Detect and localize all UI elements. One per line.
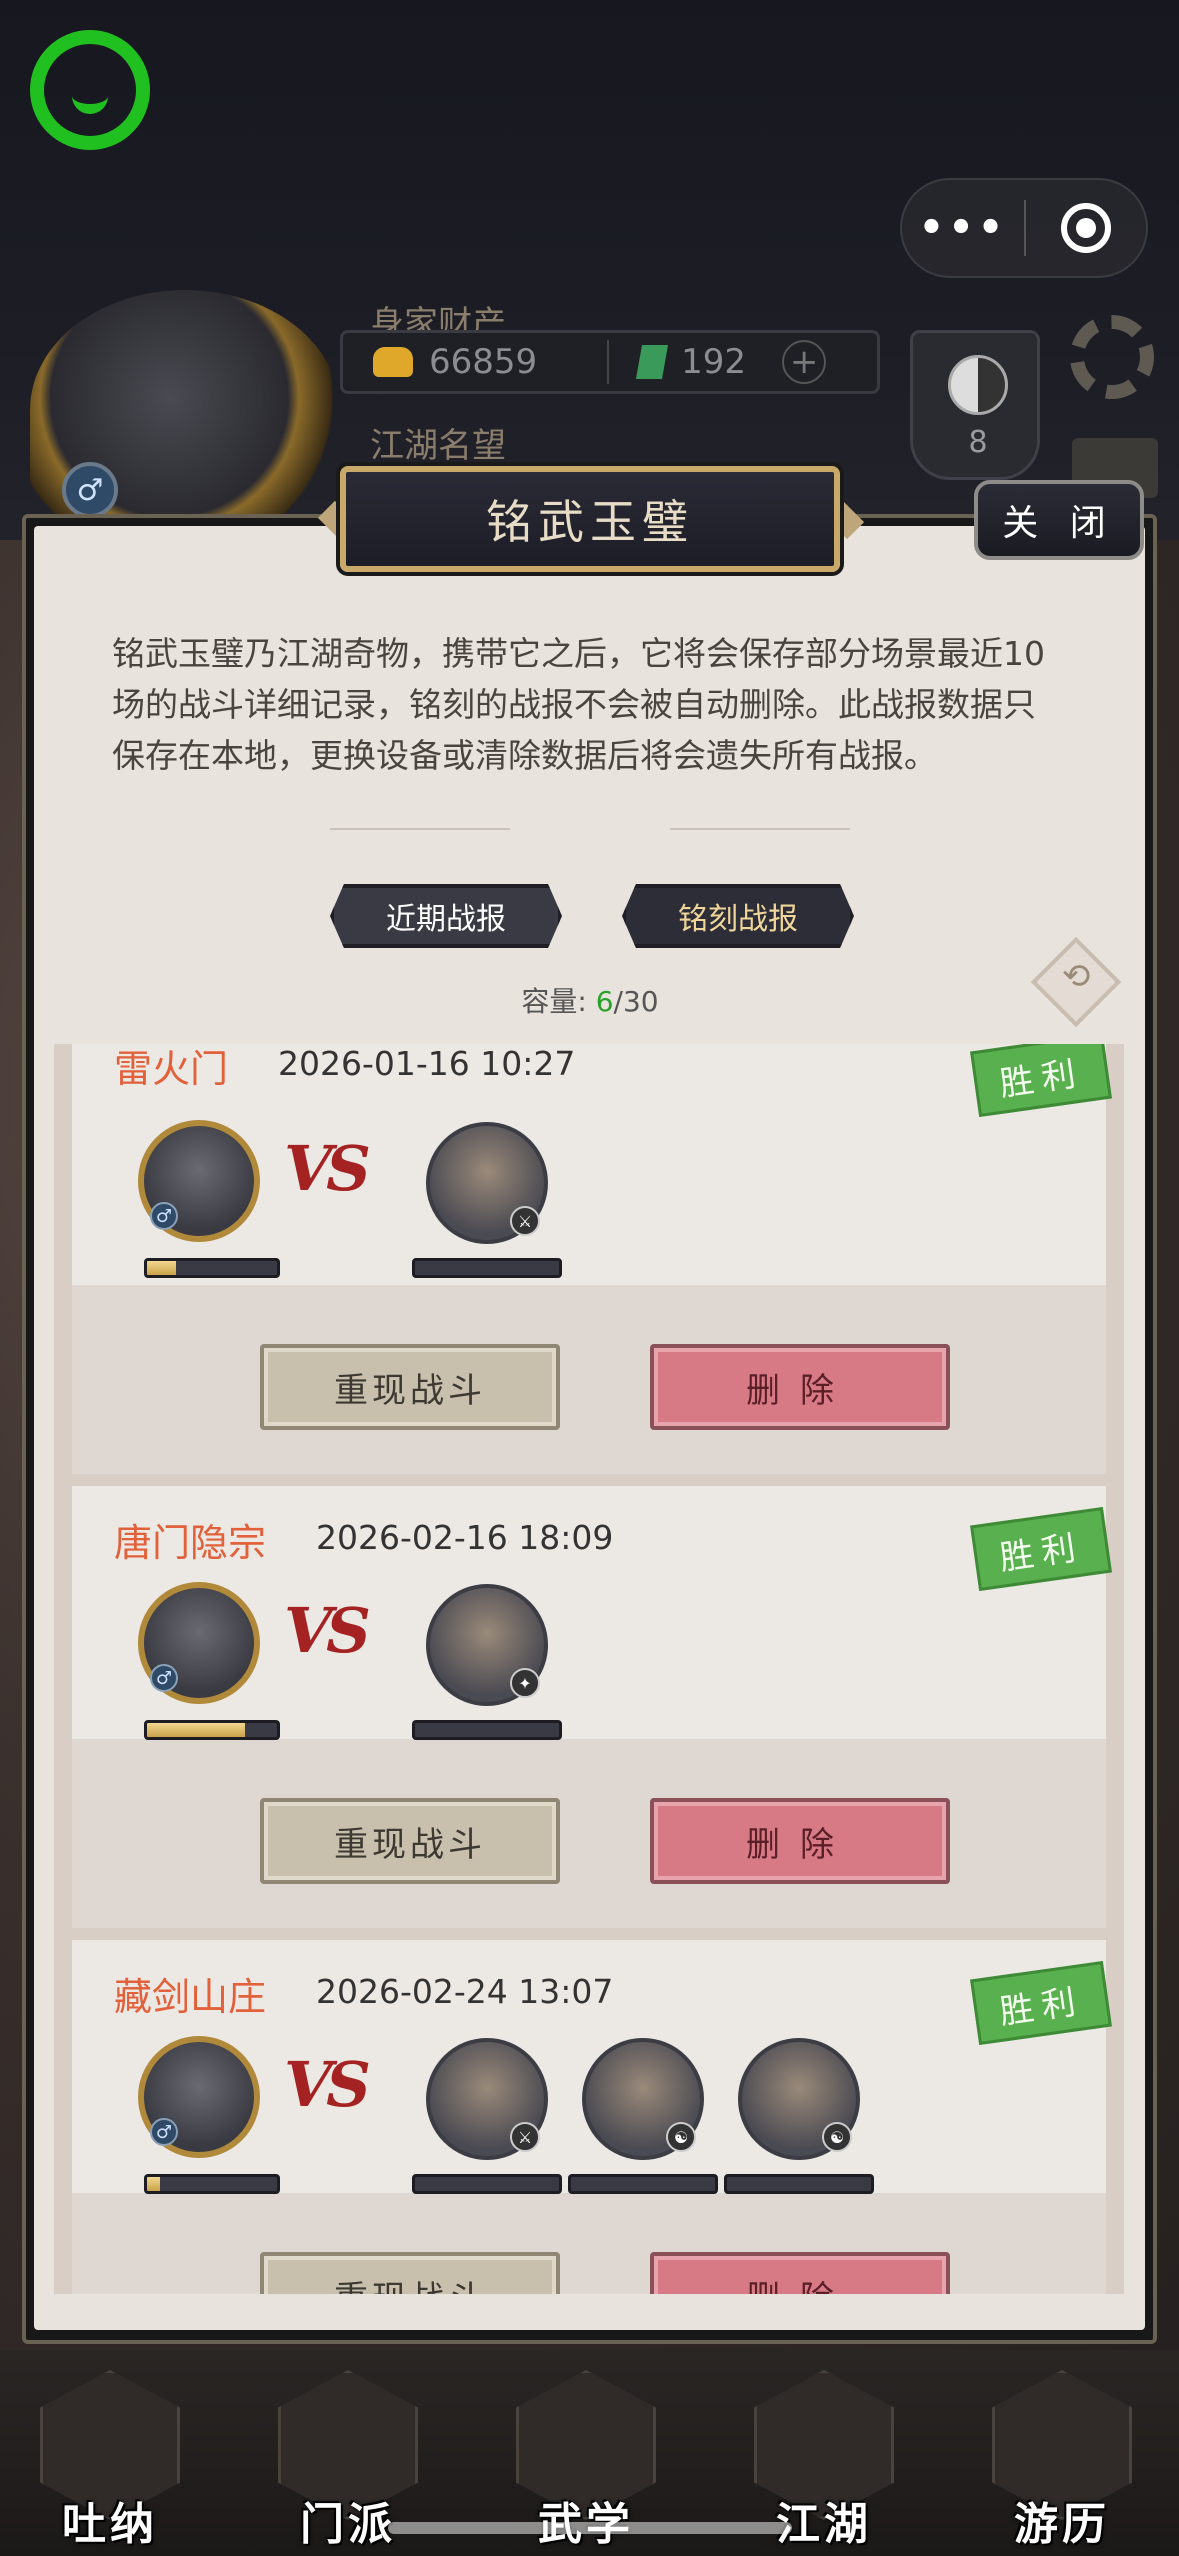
enemy-hero-avatar[interactable]: ✦: [426, 1584, 548, 1706]
nav-label: 吐纳: [62, 2499, 158, 2550]
add-currency-button[interactable]: +: [782, 340, 827, 384]
taiji-class-icon: ☯: [822, 2122, 852, 2152]
replay-battle-button[interactable]: 重现战斗: [260, 2252, 560, 2294]
player-progress-bar: [144, 1720, 280, 1740]
nav-label: 门派: [300, 2499, 396, 2550]
progress-fill: [147, 1261, 176, 1275]
jade-icon: [636, 345, 669, 379]
close-button[interactable]: 关 闭: [974, 480, 1144, 560]
gold-amount: 66859: [429, 342, 538, 382]
vs-label: VS: [284, 1132, 371, 1205]
enemy-hero-avatar[interactable]: ☯: [582, 2038, 704, 2160]
sect-name: 唐门隐宗: [114, 1521, 267, 1565]
enemy-hero-avatar[interactable]: ⚔: [426, 2038, 548, 2160]
sect-name: 雷火门: [114, 1047, 229, 1091]
capacity-used: 6: [595, 985, 614, 1018]
sect-name: 藏剑山庄: [114, 1975, 267, 2019]
delete-record-button[interactable]: 删除: [650, 1798, 950, 1884]
more-menu-icon[interactable]: •••: [902, 205, 1024, 251]
enemy-progress-bar: [412, 2174, 562, 2194]
enemy-progress-bar: [412, 1720, 562, 1740]
capacity-total: /30: [613, 985, 659, 1018]
jade-amount: 192: [681, 342, 747, 382]
sword-class-icon: ⚔: [510, 1206, 540, 1236]
battle-record-list[interactable]: 雷火门 2026-01-16 10:27 胜利 ♂ VS ⚔ 重现战斗 删除 唐…: [54, 1044, 1124, 2294]
battle-time: 2026-02-16 18:09: [316, 1518, 614, 1557]
player-hero-avatar[interactable]: ♂: [138, 2036, 260, 2158]
battle-time: 2026-01-16 10:27: [278, 1044, 576, 1083]
player-hero-avatar[interactable]: ♂: [138, 1120, 260, 1242]
enemy-hero-avatar[interactable]: ☯: [738, 2038, 860, 2160]
vs-label: VS: [284, 1594, 371, 1667]
player-hero-avatar[interactable]: ♂: [138, 1582, 260, 1704]
enemy-progress-bar: [724, 2174, 874, 2194]
currency-bar: 66859 192 +: [340, 330, 880, 394]
nav-label: 江湖: [776, 2499, 872, 2550]
sword-class-icon: ⚔: [510, 2122, 540, 2152]
modal-description: 铭武玉璧乃江湖奇物，携带它之后，它将会保存部分场景最近10场的战斗详细记录，铭刻…: [112, 634, 1045, 775]
capacity-indicator: 容量: 6/30: [480, 980, 700, 1020]
nav-item-travel[interactable]: 游历: [972, 2370, 1152, 2556]
tab-engraved-reports[interactable]: 铭刻战报: [622, 884, 854, 948]
taiji-icon: [948, 355, 1008, 415]
enemy-progress-bar: [412, 1258, 562, 1278]
victory-stamp: 胜利: [970, 1960, 1112, 2046]
fire-class-icon: ✦: [510, 1668, 540, 1698]
delete-record-button[interactable]: 删除: [650, 2252, 950, 2294]
progress-fill: [147, 2177, 160, 2191]
gold-ingot-icon: [373, 347, 413, 377]
divider-right: [670, 828, 850, 834]
vs-label: VS: [284, 2048, 371, 2121]
replay-battle-button[interactable]: 重现战斗: [260, 1798, 560, 1884]
nav-item-tuna[interactable]: 吐纳: [20, 2370, 200, 2556]
victory-stamp: 胜利: [970, 1506, 1112, 1592]
enemy-progress-bar: [568, 2174, 718, 2194]
battle-record-card: 藏剑山庄 2026-02-24 13:07 胜利 ♂ VS ⚔ ☯ ☯ 重现战斗…: [72, 1940, 1112, 2294]
fame-label: 江湖名望: [370, 426, 506, 466]
divider-left: [330, 828, 510, 834]
battle-record-card: 雷火门 2026-01-16 10:27 胜利 ♂ VS ⚔ 重现战斗 删除: [72, 1044, 1112, 1474]
replay-battle-button[interactable]: 重现战斗: [260, 1344, 560, 1430]
gear-icon[interactable]: [1070, 315, 1154, 399]
player-progress-bar: [144, 2174, 280, 2194]
card-action-area: [72, 2193, 1106, 2294]
capacity-label: 容量:: [521, 985, 587, 1018]
card-action-area: [72, 1739, 1106, 1928]
male-gender-icon: ♂: [62, 462, 118, 518]
level-badge[interactable]: 8: [910, 330, 1040, 480]
close-miniprogram-icon[interactable]: [1026, 203, 1146, 253]
male-gender-icon: ♂: [150, 1202, 178, 1230]
card-action-area: [72, 1285, 1106, 1474]
taiji-class-icon: ☯: [666, 2122, 696, 2152]
enemy-hero-avatar[interactable]: ⚔: [426, 1122, 548, 1244]
nav-label: 游历: [1014, 2499, 1110, 2550]
currency-divider: [607, 340, 610, 384]
male-gender-icon: ♂: [150, 1664, 178, 1692]
miniprogram-capsule: •••: [900, 178, 1148, 278]
modal-title: 铭武玉璧: [340, 466, 840, 572]
victory-stamp: 胜利: [970, 1044, 1112, 1118]
delete-record-button[interactable]: 删除: [650, 1344, 950, 1430]
home-indicator[interactable]: [388, 2522, 792, 2534]
battle-time: 2026-02-24 13:07: [316, 1972, 614, 2011]
battle-record-card: 唐门隐宗 2026-02-16 18:09 胜利 ♂ VS ✦ 重现战斗 删除: [72, 1486, 1112, 1928]
progress-fill: [147, 1723, 245, 1737]
player-progress-bar: [144, 1258, 280, 1278]
tab-recent-reports[interactable]: 近期战报: [330, 884, 562, 948]
level-value: 8: [968, 425, 988, 460]
chat-logo-icon[interactable]: [30, 30, 150, 150]
male-gender-icon: ♂: [150, 2118, 178, 2146]
nav-label: 武学: [496, 2488, 676, 2552]
